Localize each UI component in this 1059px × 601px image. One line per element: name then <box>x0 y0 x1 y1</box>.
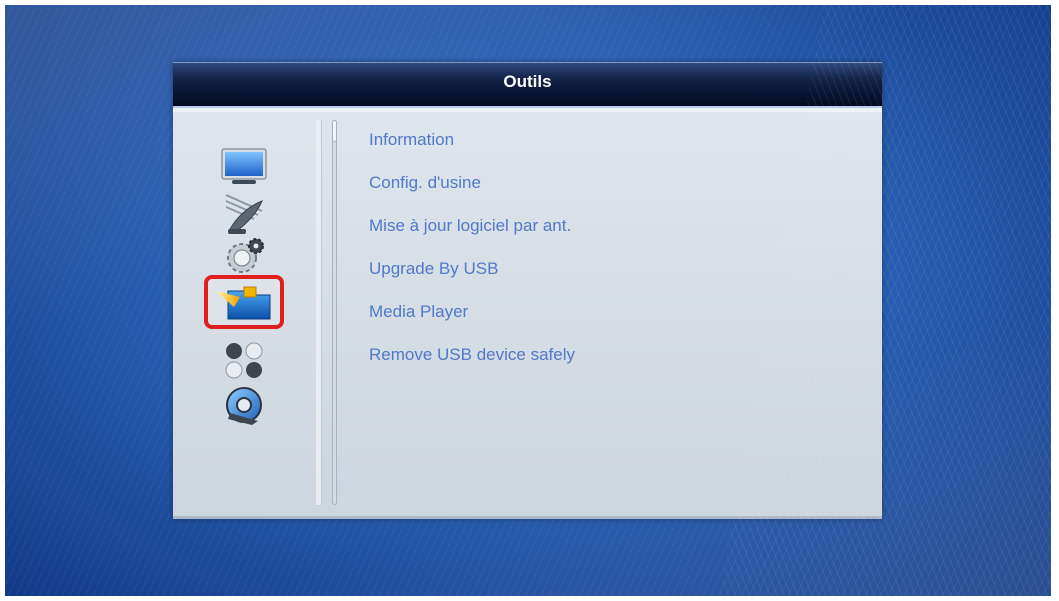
sidebar-item-tools[interactable] <box>204 275 284 329</box>
sidebar-item-media[interactable] <box>206 380 282 430</box>
tv-monitor-icon <box>221 148 267 184</box>
tv-screen-background: Outils Information Config. d'usine Mise … <box>5 5 1051 596</box>
tools-menu-window: Outils Information Config. d'usine Mise … <box>173 62 882 519</box>
menu-item-usb-upgrade[interactable]: Upgrade By USB <box>369 247 849 290</box>
menu-item-information[interactable]: Information <box>369 118 849 161</box>
sidebar-item-tv[interactable] <box>206 142 282 192</box>
menu-item-ota-update[interactable]: Mise à jour logiciel par ant. <box>369 204 849 247</box>
menu-item-media-player[interactable]: Media Player <box>369 290 849 333</box>
satellite-dish-icon <box>225 194 263 234</box>
category-icon-column <box>173 108 318 516</box>
tools-menu-list: Information Config. d'usine Mise à jour … <box>369 118 849 376</box>
folder-tools-icon <box>216 286 271 320</box>
window-title: Outils <box>503 72 552 91</box>
menu-item-factory-config[interactable]: Config. d'usine <box>369 161 849 204</box>
media-disc-icon <box>226 387 262 425</box>
scrollbar-track <box>332 120 337 505</box>
scrollbar-thumb[interactable] <box>332 120 337 142</box>
gear-settings-icon <box>227 238 264 273</box>
menu-panel: Information Config. d'usine Mise à jour … <box>173 108 882 519</box>
panel-divider <box>316 120 322 505</box>
menu-scrollbar[interactable] <box>329 120 341 505</box>
title-bar: Outils <box>173 62 882 108</box>
menu-item-remove-usb[interactable]: Remove USB device safely <box>369 333 849 376</box>
sidebar-item-settings[interactable] <box>206 231 282 281</box>
game-balls-icon <box>225 342 263 379</box>
sidebar-item-games[interactable] <box>206 335 282 385</box>
